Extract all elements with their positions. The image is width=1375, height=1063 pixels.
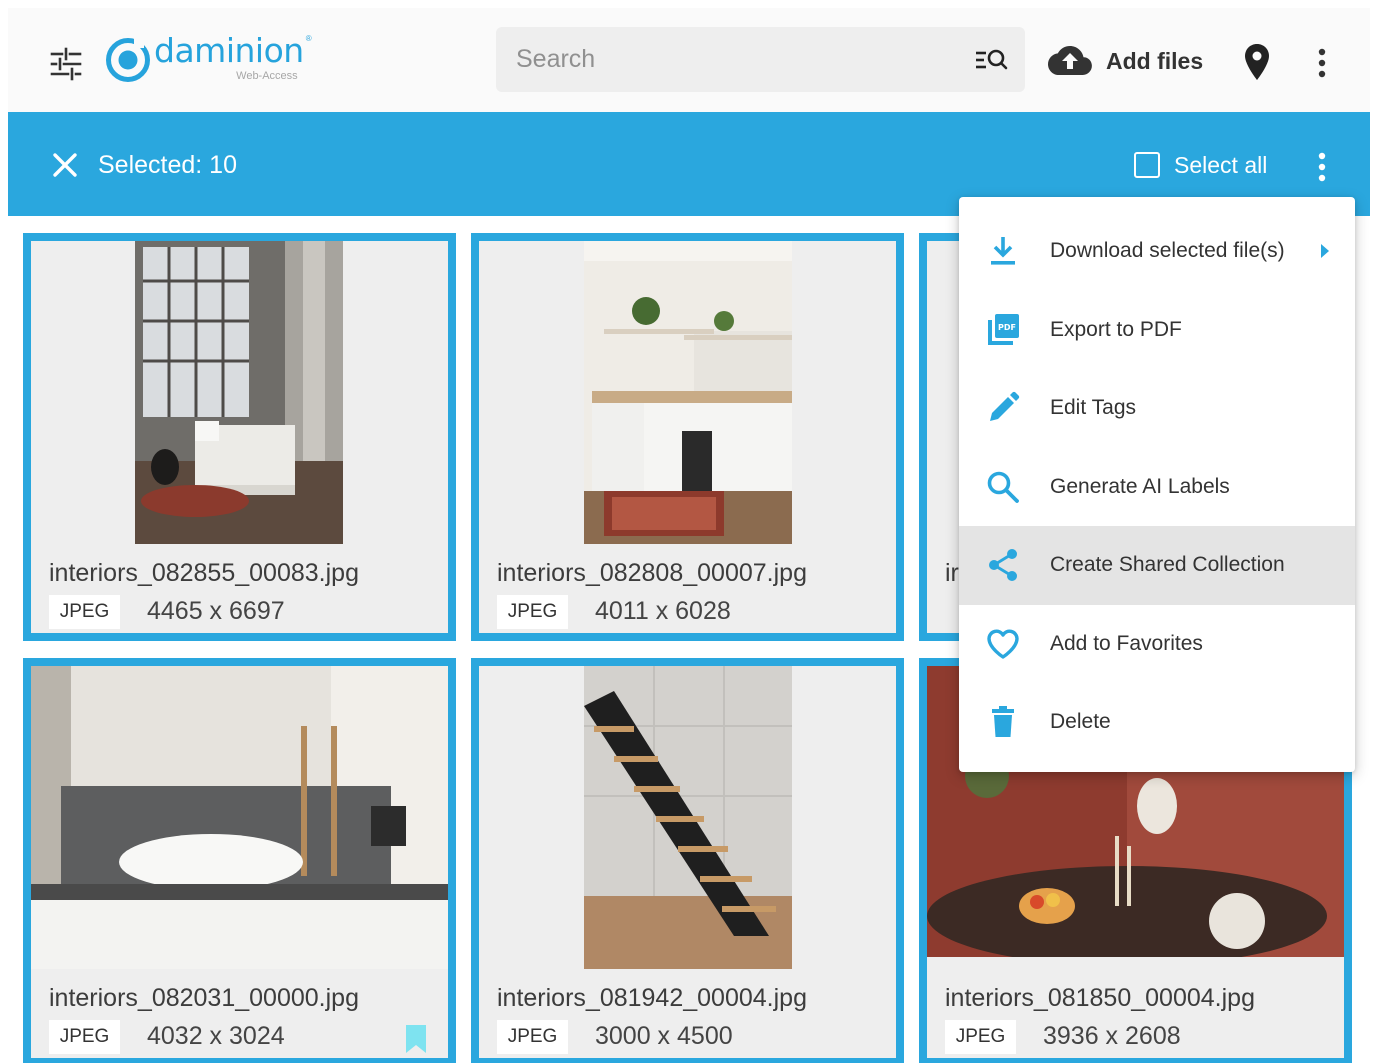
select-all-checkbox[interactable] [1134,152,1160,178]
filter-sliders-icon[interactable] [48,46,84,82]
file-type-badge: JPEG [945,1020,1016,1054]
file-card[interactable]: interiors_082855_00083.jpg JPEG 4465 x 6… [23,233,456,641]
top-app-bar: daminion ® Web-Access Add files [8,8,1370,112]
menu-item-download[interactable]: Download selected file(s) [959,212,1355,291]
menu-item-edit-tags[interactable]: Edit Tags [959,369,1355,448]
cloud-upload-icon [1048,46,1092,75]
download-icon [991,237,1015,265]
menu-item-label: Create Shared Collection [1050,553,1285,577]
selection-more-vert-icon[interactable] [1308,150,1336,184]
chevron-right-icon [1321,244,1329,259]
logo-subtitle: Web-Access [236,70,298,82]
add-files-button[interactable]: Add files [1048,38,1203,84]
menu-item-generate-ai-labels[interactable]: Generate AI Labels [959,448,1355,527]
file-type-badge: JPEG [497,595,568,629]
daminion-logo[interactable]: daminion ® Web-Access [104,31,312,88]
map-pin-icon[interactable] [1240,42,1274,82]
file-name: interiors_082808_00007.jpg [497,559,807,587]
svg-text:PDF: PDF [998,323,1016,332]
thumbnail-image [584,666,792,969]
menu-item-delete[interactable]: Delete [959,683,1355,762]
pdf-icon: PDF [988,313,1019,345]
file-type-badge: JPEG [49,595,120,629]
menu-item-label: Add to Favorites [1050,631,1203,655]
menu-item-export-pdf[interactable]: PDF Export to PDF [959,291,1355,370]
file-dimensions: 3936 x 2608 [1043,1022,1181,1050]
thumbnail-image [135,241,343,544]
more-vert-icon[interactable] [1308,46,1336,80]
select-all-label: Select all [1174,151,1268,178]
menu-item-label: Generate AI Labels [1050,474,1230,498]
menu-item-label: Download selected file(s) [1050,239,1285,263]
logo-mark-icon [106,38,150,82]
menu-item-add-to-favorites[interactable]: Add to Favorites [959,605,1355,684]
share-icon [989,549,1017,582]
search-bar [496,27,1025,92]
file-dimensions: 4032 x 3024 [147,1022,285,1050]
search-input[interactable] [516,39,971,80]
search-icon [987,471,1019,503]
file-dimensions: 3000 x 4500 [595,1022,733,1050]
menu-item-create-shared-collection[interactable]: Create Shared Collection [959,526,1355,605]
file-name: interiors_082855_00083.jpg [49,559,359,587]
heart-icon [987,629,1019,659]
file-card[interactable]: interiors_081942_00004.jpg JPEG 3000 x 4… [471,658,904,1063]
search-filter-icon[interactable] [971,40,1011,80]
menu-item-label: Delete [1050,710,1111,734]
thumbnail-image [584,241,792,544]
file-name: interiors_081850_00004.jpg [945,984,1255,1012]
selection-actions-menu: Download selected file(s) PDF Export to … [959,197,1355,772]
file-type-badge: JPEG [49,1020,120,1054]
file-type-badge: JPEG [497,1020,568,1054]
add-files-label: Add files [1106,47,1204,74]
select-all-toggle[interactable]: Select all [1134,148,1267,182]
file-name: interiors_081942_00004.jpg [497,984,807,1012]
file-name: interiors_082031_00000.jpg [49,984,359,1012]
file-name-partial: ir [945,559,959,587]
file-dimensions: 4011 x 6028 [595,597,731,625]
close-selection-icon[interactable] [50,150,80,180]
bookmark-icon[interactable] [405,1024,427,1054]
logo-wordmark: daminion [154,31,304,70]
pencil-icon [990,392,1020,422]
menu-item-label: Edit Tags [1050,396,1136,420]
trash-icon [992,706,1014,738]
file-card[interactable]: interiors_082808_00007.jpg JPEG 4011 x 6… [471,233,904,641]
thumbnail-image [31,666,448,969]
logo-registered-mark: ® [305,34,312,43]
file-card[interactable]: interiors_082031_00000.jpg JPEG 4032 x 3… [23,658,456,1063]
file-dimensions: 4465 x 6697 [147,597,285,625]
selected-count: Selected: 10 [98,151,237,179]
menu-item-label: Export to PDF [1050,317,1182,341]
